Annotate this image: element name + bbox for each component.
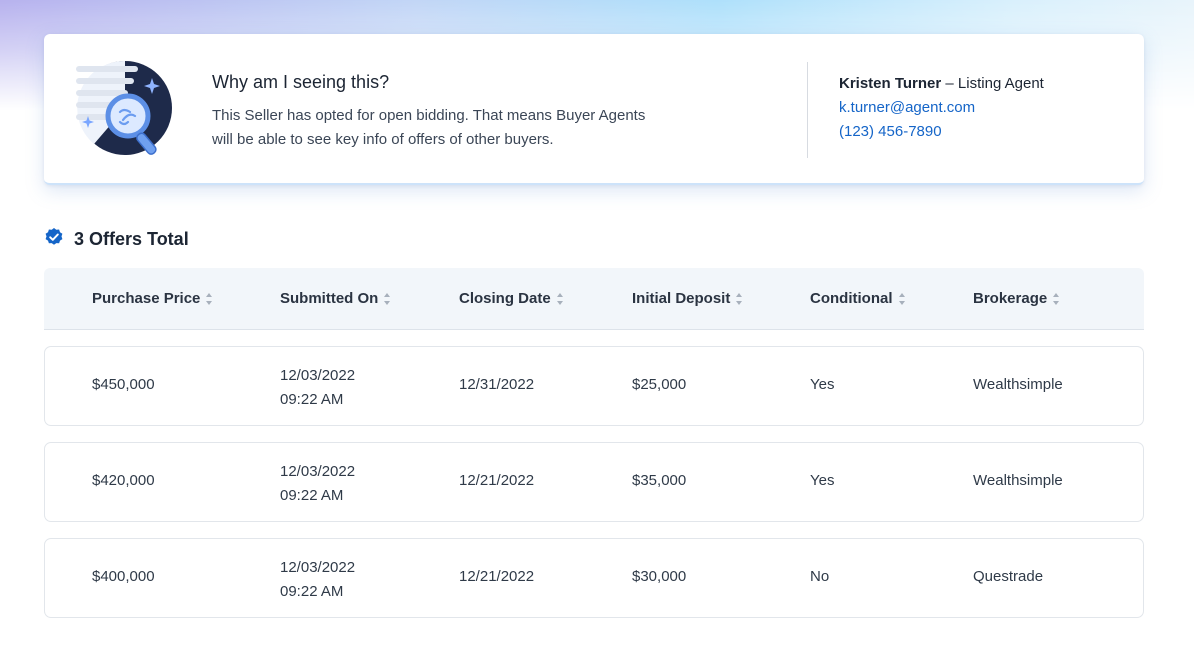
purchase-price-cell: $400,000	[92, 568, 155, 585]
column-header-label: Purchase Price	[92, 290, 201, 307]
info-description: This Seller has opted for open bidding. …	[212, 104, 692, 152]
submitted-on-cell: 12/03/2022 09:22 AM	[280, 556, 355, 604]
submitted-time: 09:22 AM	[280, 583, 344, 600]
info-description-line-1: This Seller has opted for open bidding. …	[212, 107, 646, 124]
brokerage-cell: Wealthsimple	[973, 376, 1063, 393]
purchase-price-cell: $420,000	[92, 472, 155, 489]
agent-phone-link[interactable]: (123) 456-7890	[839, 120, 1044, 144]
conditional-cell: No	[810, 568, 830, 585]
initial-deposit-cell: $25,000	[632, 376, 687, 393]
column-header-conditional[interactable]: Conditional	[810, 290, 906, 307]
sort-icon[interactable]	[205, 291, 213, 307]
column-header-purchase-price[interactable]: Purchase Price	[92, 290, 213, 307]
column-header-label: Closing Date	[459, 290, 551, 307]
submitted-time: 09:22 AM	[280, 487, 344, 504]
column-header-label: Submitted On	[280, 290, 379, 307]
closing-date-cell: 12/31/2022	[459, 376, 535, 393]
agent-role: – Listing Agent	[941, 75, 1044, 92]
conditional-cell: Yes	[810, 472, 835, 489]
submitted-date: 12/03/2022	[280, 367, 356, 384]
offers-table-header: Purchase Price Submitted On Closing Date…	[44, 268, 1144, 330]
offers-total-title: 3 Offers Total	[74, 228, 189, 249]
submitted-on-cell: 12/03/2022 09:22 AM	[280, 460, 355, 508]
vertical-divider	[807, 62, 808, 158]
submitted-date: 12/03/2022	[280, 463, 356, 480]
brokerage-cell: Wealthsimple	[973, 472, 1063, 489]
sort-icon[interactable]	[1052, 291, 1060, 307]
info-description-line-2: will be able to see key info of offers o…	[212, 131, 554, 148]
verified-check-icon	[44, 227, 64, 252]
magnifier-document-icon	[74, 60, 174, 164]
column-header-closing-date[interactable]: Closing Date	[459, 290, 564, 307]
offer-row[interactable]: $420,000 12/03/2022 09:22 AM 12/21/2022 …	[44, 442, 1144, 522]
sort-icon[interactable]	[898, 291, 906, 307]
agent-name: Kristen Turner	[839, 75, 942, 92]
initial-deposit-cell: $35,000	[632, 472, 687, 489]
open-bidding-info-card: Why am I seeing this? This Seller has op…	[44, 34, 1144, 185]
purchase-price-cell: $450,000	[92, 376, 155, 393]
column-header-initial-deposit[interactable]: Initial Deposit	[632, 290, 743, 307]
column-header-label: Brokerage	[973, 290, 1048, 307]
brokerage-cell: Questrade	[973, 568, 1044, 585]
initial-deposit-cell: $30,000	[632, 568, 687, 585]
sort-icon[interactable]	[735, 291, 743, 307]
submitted-time: 09:22 AM	[280, 391, 344, 408]
column-header-label: Conditional	[810, 290, 893, 307]
column-header-brokerage[interactable]: Brokerage	[973, 290, 1060, 307]
listing-agent-contact: Kristen Turner – Listing Agent k.turner@…	[839, 72, 1044, 144]
sort-icon[interactable]	[556, 291, 564, 307]
closing-date-cell: 12/21/2022	[459, 472, 535, 489]
submitted-date: 12/03/2022	[280, 559, 356, 576]
sort-icon[interactable]	[383, 291, 391, 307]
submitted-on-cell: 12/03/2022 09:22 AM	[280, 364, 355, 412]
offers-total-heading: 3 Offers Total	[44, 227, 189, 252]
agent-email-link[interactable]: k.turner@agent.com	[839, 96, 1044, 120]
column-header-label: Initial Deposit	[632, 290, 731, 307]
offer-row[interactable]: $400,000 12/03/2022 09:22 AM 12/21/2022 …	[44, 538, 1144, 618]
conditional-cell: Yes	[810, 376, 835, 393]
info-title: Why am I seeing this?	[212, 72, 390, 92]
closing-date-cell: 12/21/2022	[459, 568, 535, 585]
column-header-submitted-on[interactable]: Submitted On	[280, 290, 391, 307]
offer-row[interactable]: $450,000 12/03/2022 09:22 AM 12/31/2022 …	[44, 346, 1144, 426]
agent-name-line: Kristen Turner – Listing Agent	[839, 72, 1044, 96]
